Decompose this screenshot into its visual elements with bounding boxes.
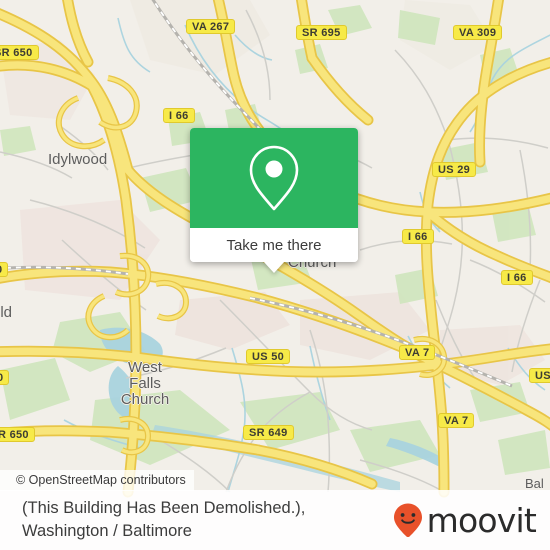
moovit-map-screen: SR 650 VA 267 SR 695 VA 309 I 66 US 29 I… (0, 0, 550, 550)
road-shield: I 66 (501, 270, 533, 285)
road-shield: US 50 (246, 349, 291, 364)
map-vector-layer (0, 0, 550, 550)
card-header (190, 128, 358, 228)
card-pointer-tail (263, 261, 285, 273)
moovit-logo[interactable]: moovit (392, 500, 537, 540)
road-shield: 0 (0, 370, 10, 385)
take-me-there-label: Take me there (226, 236, 322, 254)
bottom-info-bar: (This Building Has Been Demolished.), Wa… (0, 490, 550, 550)
map-label-idylwood: Idylwood (48, 151, 108, 168)
road-shield: SR 695 (296, 25, 347, 40)
road-shield: US 9 (529, 368, 550, 383)
road-shield: VA 267 (186, 19, 236, 34)
road-shield: SR 649 (243, 425, 294, 440)
moovit-wordmark: moovit (426, 500, 537, 540)
destination-popup-card[interactable]: Take me there (190, 128, 358, 273)
road-shield: SR 650 (0, 45, 39, 60)
road-shield: VA 7 (399, 345, 436, 360)
road-shield: I 66 (163, 108, 195, 123)
road-shield: VA 309 (453, 25, 503, 40)
road-shield: I 66 (402, 229, 434, 244)
osm-attribution-text: © OpenStreetMap contributors (16, 473, 186, 487)
map-label-west-falls-church: West Falls Church (120, 359, 170, 408)
map-label-baltimore-clipped: Bal (525, 476, 544, 491)
location-title: (This Building Has Been Demolished.), Wa… (22, 499, 306, 540)
map-pin-icon (249, 145, 299, 211)
road-shield: VA 7 (438, 413, 475, 428)
road-shield: R 650 (0, 427, 35, 442)
take-me-there-button[interactable]: Take me there (190, 228, 358, 262)
road-shield: 0 (0, 262, 9, 277)
map-canvas[interactable]: SR 650 VA 267 SR 695 VA 309 I 66 US 29 I… (0, 0, 550, 550)
road-shield: US 29 (432, 162, 477, 177)
map-label-springfield-clipped: eld (0, 304, 13, 321)
moovit-smiley-pin-icon (393, 503, 422, 538)
osm-attribution[interactable]: © OpenStreetMap contributors (0, 470, 194, 491)
